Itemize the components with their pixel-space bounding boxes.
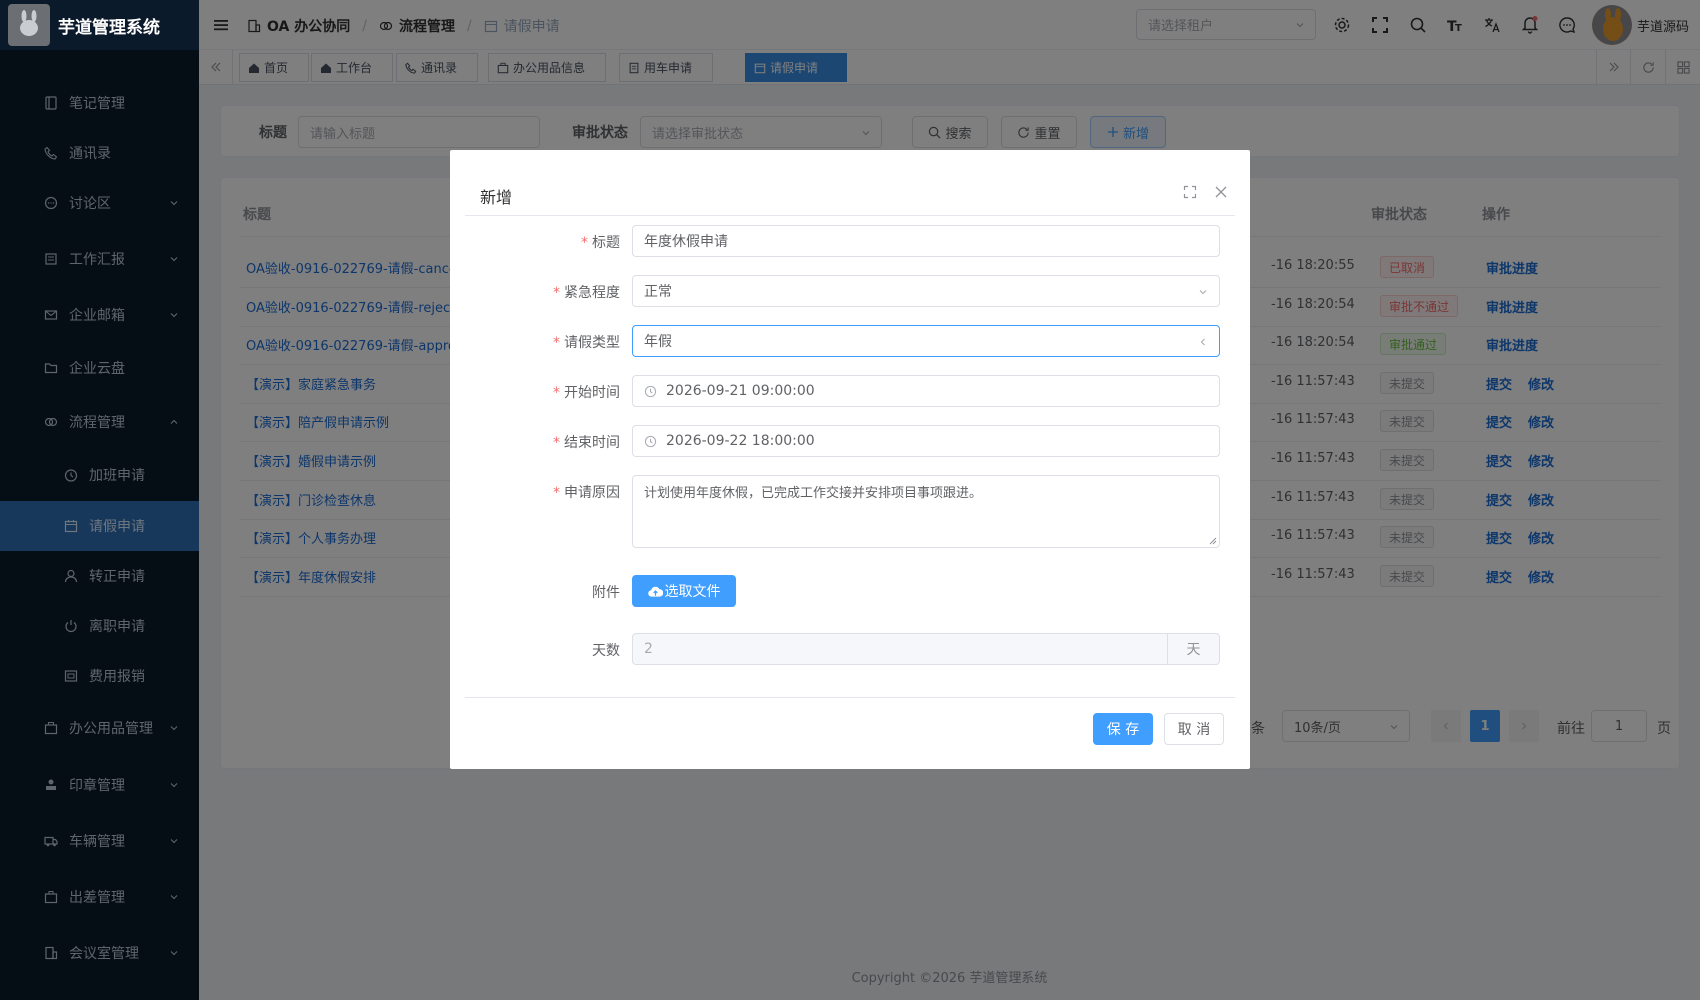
upload-file-button[interactable]: 选取文件 <box>632 575 736 607</box>
upload-file-label: 选取文件 <box>664 584 721 600</box>
field-label-text: 标题 <box>592 235 620 251</box>
field-urgency-select[interactable]: 正常 <box>632 275 1220 307</box>
field-leave-type-value: 年假 <box>644 334 672 350</box>
field-leave-type-select[interactable]: 年假 <box>632 325 1220 357</box>
field-start-time-picker[interactable]: 2026-09-21 09:00:00 <box>632 375 1220 407</box>
field-days-unit: 天 <box>1167 634 1219 664</box>
chevron-down-icon <box>1199 290 1207 295</box>
field-title-value: 年度休假申请 <box>644 234 728 250</box>
field-label-text: 天数 <box>592 643 620 659</box>
save-button[interactable]: 保 存 <box>1093 713 1153 745</box>
required-mark: * <box>553 435 560 451</box>
field-label-text: 开始时间 <box>564 385 620 401</box>
field-leave-type-label: * 请假类型 <box>553 332 620 352</box>
chevron-left-icon <box>1200 338 1205 346</box>
field-attachment-label: 附件 <box>592 582 620 602</box>
app-title: 芋道管理系统 <box>58 17 160 38</box>
field-reason-textarea[interactable]: 计划使用年度休假，已完成工作交接并安排项目事项跟进。 <box>632 475 1220 548</box>
logo-icon <box>20 10 38 36</box>
cloud-upload-icon <box>647 586 663 597</box>
field-label-text: 附件 <box>592 585 620 601</box>
field-end-time-value: 2026-09-22 18:00:00 <box>666 433 815 449</box>
field-days-input: 2 天 <box>632 633 1220 665</box>
close-icon[interactable] <box>1214 185 1228 199</box>
field-start-time-value: 2026-09-21 09:00:00 <box>666 383 815 399</box>
required-mark: * <box>581 235 588 251</box>
field-label-text: 结束时间 <box>564 435 620 451</box>
field-urgency-value: 正常 <box>644 284 672 300</box>
required-mark: * <box>553 335 560 351</box>
field-start-time-label: * 开始时间 <box>553 382 620 402</box>
dialog-title: 新增 <box>480 188 513 207</box>
field-label-text: 请假类型 <box>564 335 620 351</box>
clock-icon <box>644 385 657 397</box>
field-title-input[interactable]: 年度休假申请 <box>632 225 1220 257</box>
field-reason-label: * 申请原因 <box>553 482 620 502</box>
required-mark: * <box>553 385 560 401</box>
field-label-text: 申请原因 <box>564 485 620 501</box>
clock-icon <box>644 435 657 447</box>
required-mark: * <box>553 485 560 501</box>
resize-handle-icon[interactable] <box>1209 537 1217 545</box>
field-title-label: * 标题 <box>581 232 620 252</box>
cancel-button[interactable]: 取 消 <box>1164 713 1224 745</box>
field-label-text: 紧急程度 <box>564 285 620 301</box>
field-reason-value: 计划使用年度休假，已完成工作交接并安排项目事项跟进。 <box>644 486 983 501</box>
dialog-header-divider <box>465 215 1235 216</box>
field-end-time-label: * 结束时间 <box>553 432 620 452</box>
dialog-footer-divider <box>465 697 1235 698</box>
add-dialog: 新增 * 标题 年度休假申请 * 紧急程度 正常 * 请假类型 年假 * 开始时间 20… <box>450 150 1250 769</box>
app-logo-area[interactable]: 芋道管理系统 <box>0 0 199 50</box>
field-days-value: 2 <box>644 641 653 657</box>
field-end-time-picker[interactable]: 2026-09-22 18:00:00 <box>632 425 1220 457</box>
field-urgency-label: * 紧急程度 <box>553 282 620 302</box>
field-days-label: 天数 <box>592 640 620 660</box>
logo-image <box>8 4 50 46</box>
required-mark: * <box>553 285 560 301</box>
maximize-icon[interactable] <box>1183 185 1197 199</box>
